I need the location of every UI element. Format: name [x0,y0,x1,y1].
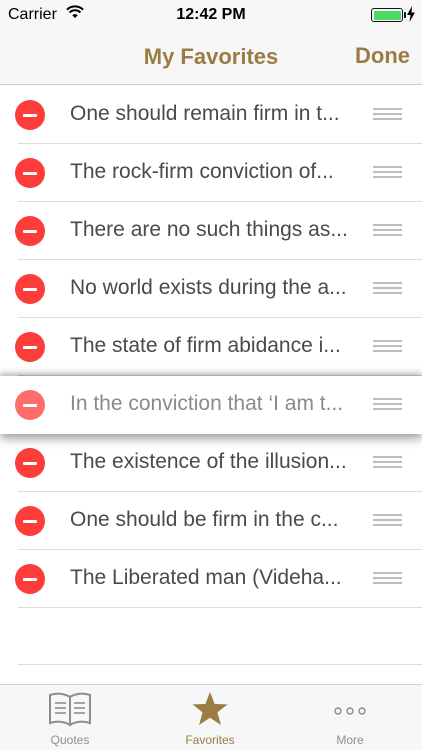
reorder-line [373,572,402,574]
tab-bar: Quotes Favorites More [0,684,422,750]
reorder-line [373,514,402,516]
tab-more[interactable]: More [280,685,420,750]
delete-minus-icon[interactable] [15,100,45,130]
book-icon [49,692,91,727]
reorder-line [373,224,402,226]
delete-minus-icon[interactable] [15,158,45,188]
reorder-line [373,234,402,236]
favorites-list: One should remain firm in t... The rock-f… [0,86,422,608]
navigation-bar: My Favorites Done [0,30,422,85]
reorder-line [373,340,402,342]
reorder-handle-icon[interactable] [373,282,402,296]
tab-quotes-label: Quotes [50,733,90,747]
reorder-line [373,524,402,526]
reorder-handle-icon[interactable] [373,108,402,122]
reorder-handle-icon[interactable] [373,166,402,180]
favorite-row[interactable]: One should be firm in the c... [0,492,422,550]
favorite-row[interactable]: In the conviction that ‘I am t... [0,376,422,434]
delete-minus-icon[interactable] [15,332,45,362]
status-bar: Carrier 12:42 PM [0,0,422,30]
favorite-row[interactable]: The Liberated man (Videha... [0,550,422,608]
favorite-row[interactable]: The state of firm abidance i... [0,318,422,376]
reorder-line [373,350,402,352]
reorder-line [373,118,402,120]
reorder-line [373,287,402,289]
favorite-quote-text: In the conviction that ‘I am t... [70,392,344,415]
star-icon [192,692,228,725]
empty-row-divider [18,664,422,665]
delete-minus-icon[interactable] [15,390,45,420]
done-button[interactable]: Done [355,43,410,69]
reorder-line [373,171,402,173]
reorder-handle-icon[interactable] [373,572,402,586]
reorder-line [373,282,402,284]
tab-quotes[interactable]: Quotes [0,685,140,750]
reorder-line [373,345,402,347]
favorite-quote-text: One should remain firm in t... [70,102,340,125]
charging-bolt-icon [407,6,415,22]
reorder-line [373,166,402,168]
favorite-quote-text: The existence of the illusion... [70,450,347,473]
reorder-line [373,292,402,294]
reorder-line [373,398,402,400]
battery-icon [371,8,403,22]
favorite-quote-text: The Liberated man (Videha... [70,566,342,589]
reorder-line [373,408,402,410]
favorite-row[interactable]: The rock-firm conviction of... [0,144,422,202]
favorite-row[interactable]: The existence of the illusion... [0,434,422,492]
reorder-line [373,113,402,115]
favorite-row[interactable]: One should remain firm in t... [0,86,422,144]
reorder-line [373,582,402,584]
tab-favorites-label: Favorites [185,733,235,747]
ellipsis-icon [334,707,366,715]
reorder-line [373,176,402,178]
reorder-handle-icon[interactable] [373,514,402,528]
delete-minus-icon[interactable] [15,448,45,478]
reorder-handle-icon[interactable] [373,398,402,412]
delete-minus-icon[interactable] [15,216,45,246]
battery-level [373,10,401,20]
favorite-quote-text: One should be firm in the c... [70,508,339,531]
reorder-handle-icon[interactable] [373,456,402,470]
reorder-line [373,403,402,405]
reorder-line [373,577,402,579]
favorite-quote-text: No world exists during the a... [70,276,347,299]
favorite-quote-text: There are no such things as... [70,218,348,241]
reorder-line [373,519,402,521]
reorder-line [373,456,402,458]
reorder-line [373,466,402,468]
delete-minus-icon[interactable] [15,274,45,304]
reorder-line [373,108,402,110]
reorder-handle-icon[interactable] [373,224,402,238]
tab-favorites[interactable]: Favorites [140,685,280,750]
reorder-handle-icon[interactable] [373,340,402,354]
delete-minus-icon[interactable] [15,564,45,594]
reorder-line [373,229,402,231]
favorite-row[interactable]: No world exists during the a... [0,260,422,318]
tab-more-label: More [336,733,364,747]
delete-minus-icon[interactable] [15,506,45,536]
clock: 12:42 PM [176,6,246,23]
favorite-quote-text: The rock-firm conviction of... [70,160,334,183]
favorite-row[interactable]: There are no such things as... [0,202,422,260]
favorite-quote-text: The state of firm abidance i... [70,334,341,357]
reorder-line [373,461,402,463]
